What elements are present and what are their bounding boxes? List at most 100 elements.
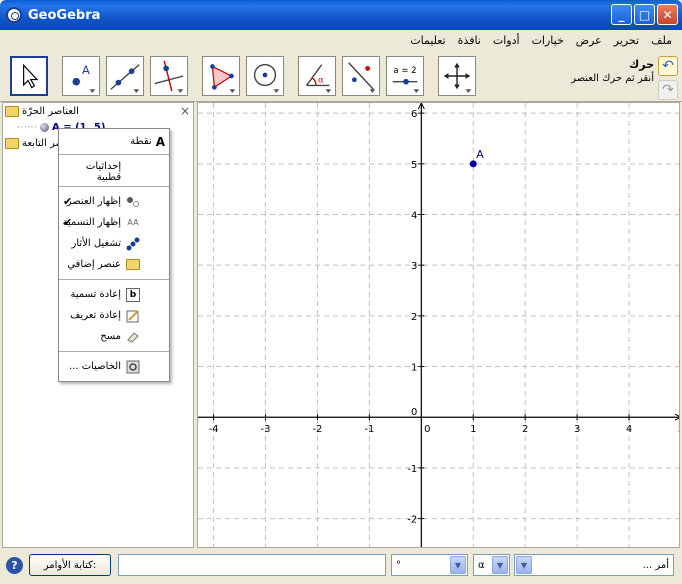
command-list-combo[interactable]: أمر ... ▼ [514,554,674,576]
input-label-button[interactable]: كتابة الأوامر: [29,554,111,576]
graphics-view[interactable]: -4 -3 -2 -1 0 1 2 3 4 5 6 5 4 3 2 1 0 -1 -2 A [197,102,680,548]
perpendicular-tool-button[interactable] [150,56,188,96]
move-graphics-view-icon [443,62,472,94]
symbol-combo-value: ° [396,559,401,571]
redo-arrow-icon: ↷ [662,82,674,98]
menu-item-label: عنصر إضافي [67,259,121,270]
angle-tool-button[interactable]: α [298,56,336,96]
chevron-down-icon: ▼ [492,556,508,574]
close-button[interactable]: ✕ [657,4,678,25]
perpendicular-line-icon [154,60,184,94]
x-tick-label: -3 [261,424,271,435]
context-menu-header: A نقطة [59,129,169,155]
y-tick-label: -2 [407,515,417,526]
menu-item-properties[interactable]: الخاصيات ... [59,356,169,377]
undo-button[interactable]: ↶ [658,56,678,76]
point-visibility-icon[interactable] [40,123,49,132]
menu-item-trace-on[interactable]: تشغيل الأثار [59,233,169,254]
rename-icon: b [125,287,141,303]
y-tick-label: 3 [411,261,417,272]
y-tick-label: -1 [407,464,417,475]
menu-item-label: إظهار العنصر [66,196,121,207]
eraser-icon [125,329,141,345]
point-tool-button[interactable]: A [62,56,100,96]
menu-item-polar-coords[interactable]: إحداثيات قطبية [59,161,169,183]
maximize-button[interactable]: □ [634,4,655,25]
menu-item-rename[interactable]: b إعادة تسمية [59,284,169,305]
line-through-points-icon [110,64,140,94]
y-tick-label: 2 [411,312,417,323]
symbol-combo[interactable]: ° ▼ [391,554,468,576]
active-tool-description: أنقر ثم حرك العنصر [571,73,654,84]
menu-item-label: الخاصيات ... [68,361,121,372]
polygon-tool-button[interactable] [202,56,240,96]
window-controls: _ □ ✕ [611,4,678,25]
help-icon[interactable]: ? [6,557,23,574]
line-tool-button[interactable] [106,56,144,96]
y-tick-label: 1 [411,363,417,374]
menu-file[interactable]: ملف [645,34,678,47]
point-a-label: A [476,148,484,161]
command-input[interactable] [118,554,386,576]
context-object-letter: A [155,134,165,149]
active-tool-name: حرك [629,58,654,71]
free-objects-label: العناصر الحرّة [22,106,79,117]
y-tick-label: 5 [411,160,417,171]
translate-view-tool-button[interactable] [438,56,476,96]
reflect-tool-button[interactable] [342,56,380,96]
slider-tool-button[interactable]: a = 2 [386,56,424,96]
title-bar: GeoGebra _ □ ✕ [0,0,682,30]
checkmark-icon: ✔ [63,195,73,208]
y-tick-label: 0 [411,407,417,418]
tool-hint: حرك أنقر ثم حرك العنصر [571,58,654,84]
toolbar: A α a = 2 حرك أنقر ثم حرك العنصر ↶ ↷ [0,50,682,102]
x-tick-label: -2 [312,424,322,435]
greek-combo-value: α [478,559,485,571]
greek-letter-combo[interactable]: α ▼ [473,554,510,576]
x-tick-label: -4 [209,424,219,435]
x-tick-label: 2 [522,424,528,435]
menu-item-label: إعادة تعريف [70,310,121,321]
x-tick-label: 0 [424,424,430,435]
x-tick-label: -1 [364,424,374,435]
menu-separator [59,351,169,352]
slider-icon: a = 2 [392,66,420,94]
menu-item-auxiliary-object[interactable]: عنصر إضافي [59,254,169,275]
menu-bar: ملف تحرير عرض خيارات أدوات نافذة تعليمات [0,30,682,50]
folder-icon [5,106,19,117]
menu-edit[interactable]: تحرير [608,34,645,47]
minimize-button[interactable]: _ [611,4,632,25]
checkmark-icon: ✔ [63,216,73,229]
menu-view[interactable]: عرض [570,34,608,47]
menu-item-show-object[interactable]: إظهار العنصر ✔ [59,191,169,212]
geogebra-app-icon[interactable] [6,7,22,23]
menu-window[interactable]: نافذة [452,34,487,47]
menu-options[interactable]: خيارات [526,34,570,47]
menu-item-redefine[interactable]: إعادة تعريف [59,305,169,326]
circle-center-point-icon [253,63,280,94]
move-tool-button[interactable] [10,56,48,96]
x-tick-label: 5 [678,424,680,435]
show-object-icon [125,194,141,210]
svg-text:α: α [318,76,324,86]
tree-connector: ⋯⋯ [17,122,37,133]
x-tick-label: 4 [626,424,632,435]
menu-tools[interactable]: أدوات [487,34,526,47]
x-tick-label: 1 [470,424,476,435]
point-a[interactable] [469,160,477,168]
menu-item-label: مسح [100,331,121,342]
reflect-about-line-icon [348,62,376,94]
menu-item-delete[interactable]: مسح [59,326,169,347]
close-algebra-icon[interactable]: × [180,104,190,118]
y-tick-label: 6 [411,109,417,120]
angle-icon: α [306,64,332,94]
menu-help[interactable]: تعليمات [404,34,451,47]
cursor-arrow-icon [23,63,39,89]
context-menu: A نقطة إحداثيات قطبية إظهار العنصر ✔ AA … [58,128,170,382]
menu-separator [59,186,169,187]
redo-button[interactable]: ↷ [658,80,678,100]
free-objects-folder[interactable]: العناصر الحرّة [5,106,79,117]
coordinate-plane[interactable]: -4 -3 -2 -1 0 1 2 3 4 5 6 5 4 3 2 1 0 -1 -2 A [198,103,680,548]
circle-tool-button[interactable] [246,56,284,96]
menu-item-show-label[interactable]: AA إظهار التسمية ✔ [59,212,169,233]
